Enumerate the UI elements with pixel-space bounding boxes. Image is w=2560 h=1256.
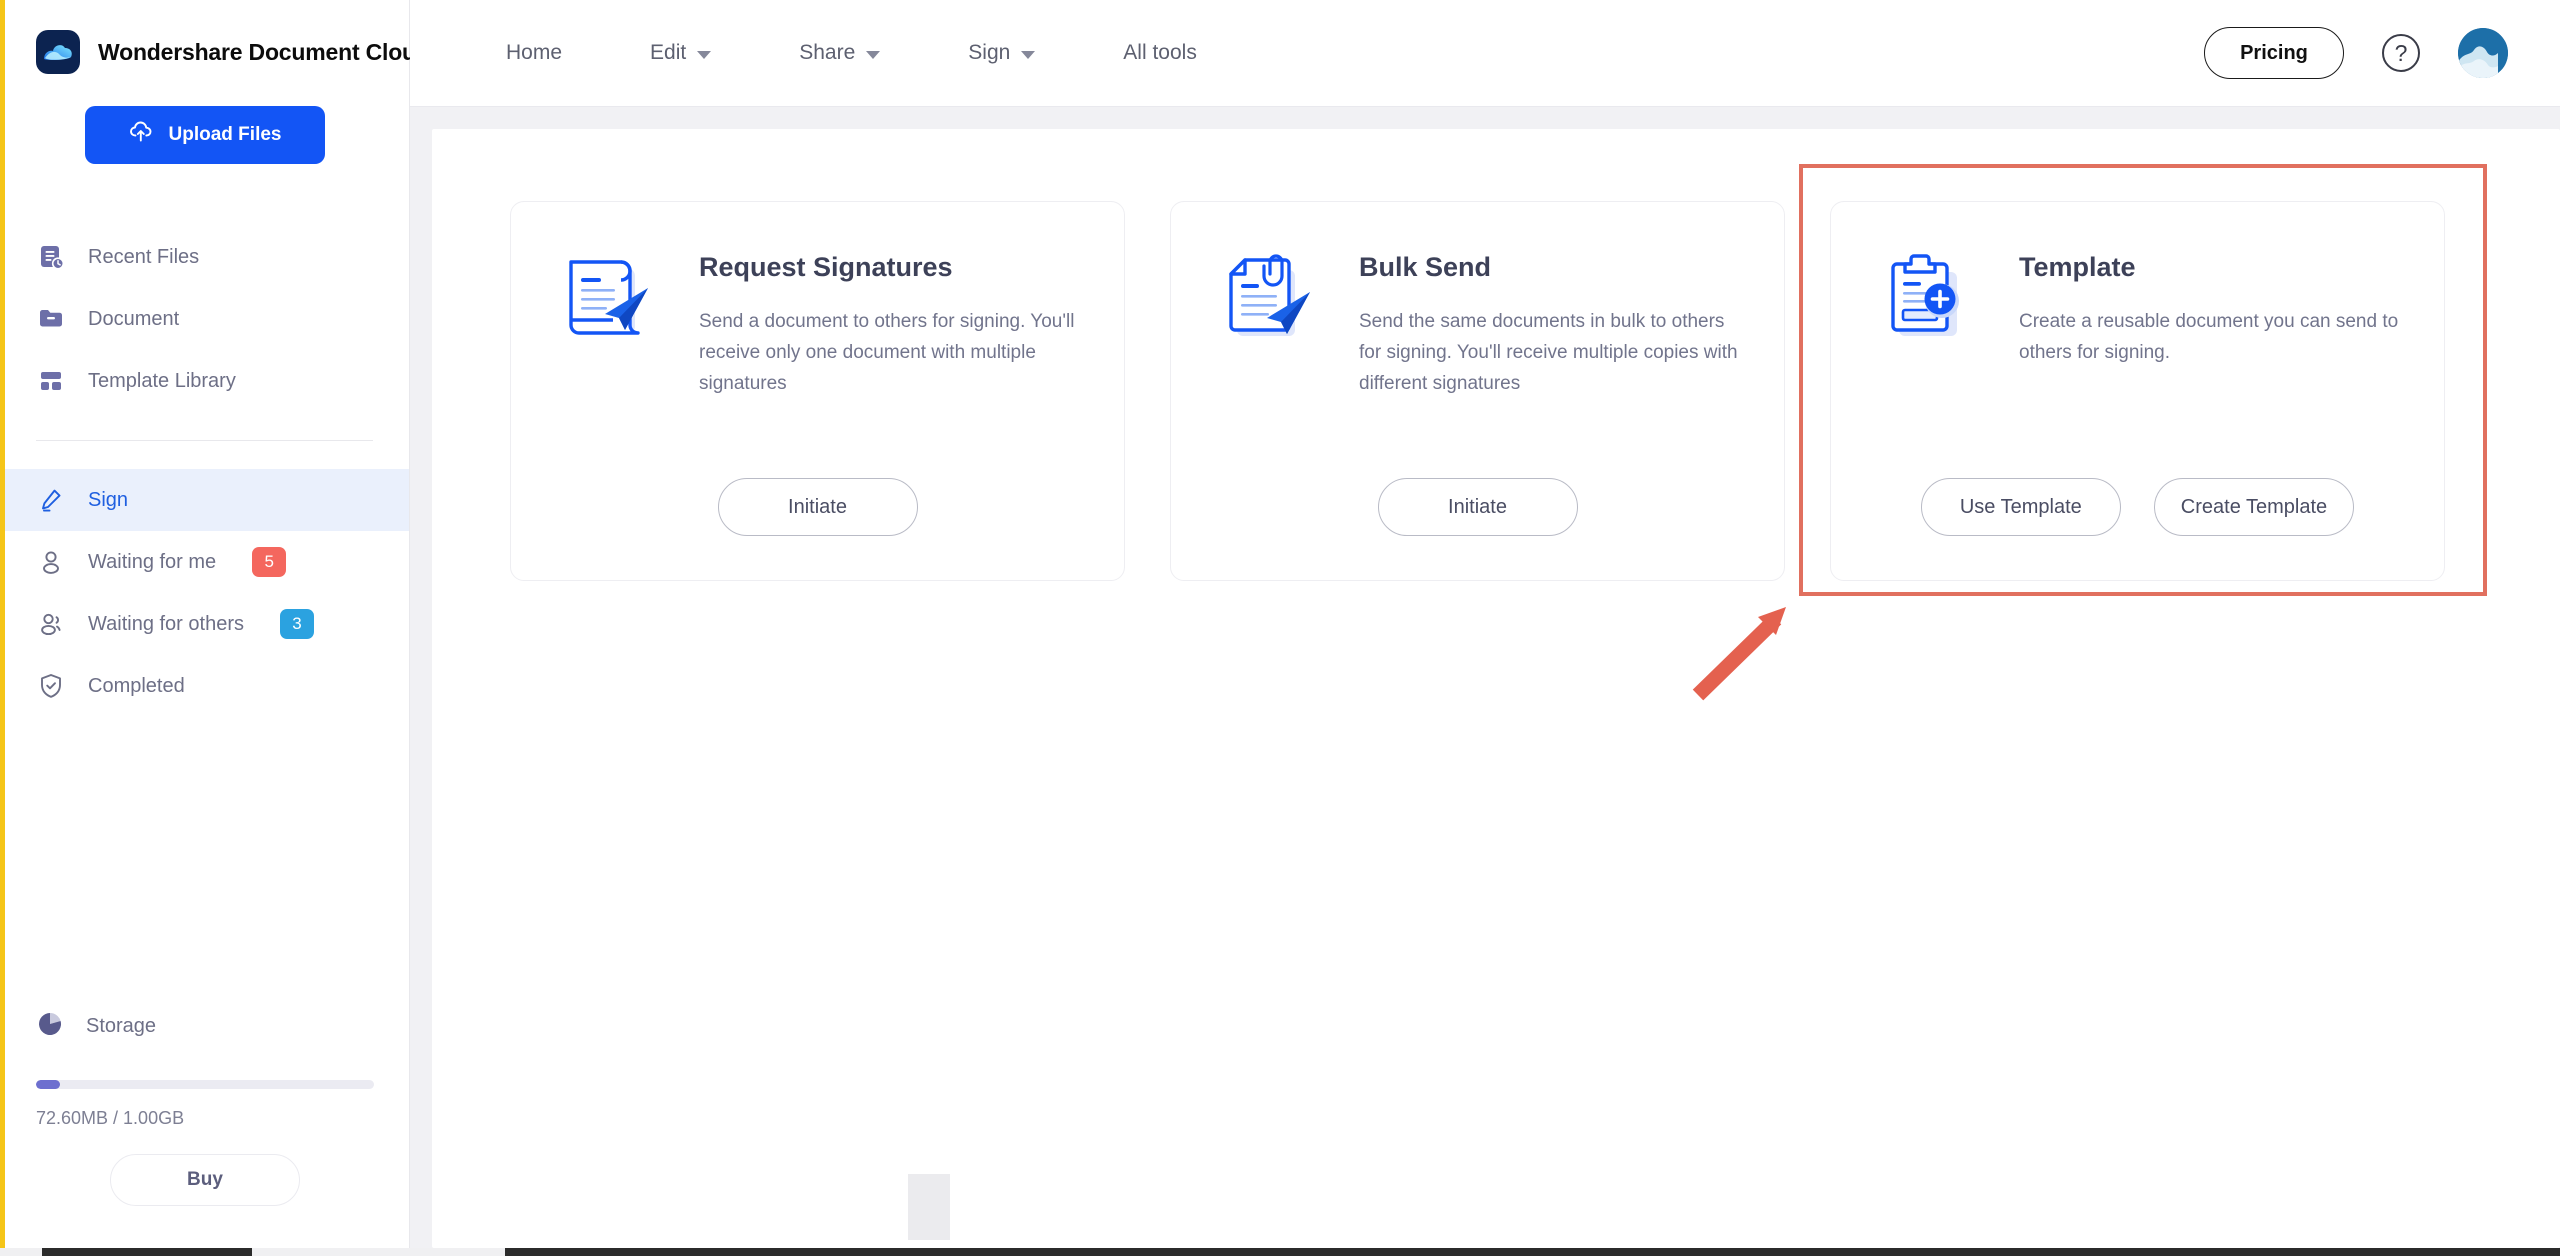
sidebar-divider bbox=[36, 440, 373, 441]
pie-chart-icon bbox=[36, 1010, 64, 1043]
sidebar-item-waiting-for-others[interactable]: Waiting for others 3 bbox=[0, 593, 409, 655]
card-title: Template bbox=[2019, 252, 2136, 282]
card-top: Request Signatures Send a document to ot… bbox=[555, 244, 1080, 399]
card-description: Send a document to others for signing. Y… bbox=[699, 311, 1075, 394]
card-description: Send the same documents in bulk to other… bbox=[1359, 311, 1738, 394]
user-avatar-icon[interactable] bbox=[2458, 28, 2508, 78]
sidebar-item-label: Waiting for me bbox=[88, 550, 217, 573]
status-badge: 5 bbox=[252, 547, 287, 577]
top-navigation: Home Edit Share Sign All tools bbox=[462, 41, 1241, 65]
card-actions: Initiate bbox=[1171, 478, 1784, 536]
panel-scroll-tab[interactable] bbox=[908, 1174, 950, 1240]
sidebar-nav-primary: Recent Files Document Template Library bbox=[0, 226, 409, 441]
app-root: Wondershare Document Cloud Upload Files bbox=[0, 0, 2560, 1256]
create-template-button[interactable]: Create Template bbox=[2153, 478, 2355, 536]
topbar: Home Edit Share Sign All tools Pricing ? bbox=[410, 0, 2560, 107]
card-text: Bulk Send Send the same documents in bul… bbox=[1359, 244, 1740, 399]
clipboard-plus-icon bbox=[1875, 244, 1983, 352]
nav-label: Share bbox=[799, 41, 856, 64]
upload-files-button[interactable]: Upload Files bbox=[85, 106, 325, 164]
folder-icon bbox=[36, 304, 66, 334]
sidebar-nav-sign: Sign Waiting for me 5 Waiting for others… bbox=[0, 469, 409, 717]
chevron-down-icon bbox=[1021, 51, 1036, 59]
recent-files-icon bbox=[36, 242, 66, 272]
main-area: Home Edit Share Sign All tools Pricing ?… bbox=[410, 0, 2560, 1248]
user-icon bbox=[36, 547, 66, 577]
browser-edge-strip bbox=[0, 0, 5, 1248]
sidebar: Wondershare Document Cloud Upload Files bbox=[0, 0, 430, 1248]
template-library-icon bbox=[36, 366, 66, 396]
storage-header: Storage bbox=[0, 1000, 410, 1052]
pencil-icon bbox=[36, 485, 66, 515]
card-title: Request Signatures bbox=[699, 252, 953, 282]
content-panel: Request Signatures Send a document to ot… bbox=[432, 129, 2560, 1248]
card-title: Bulk Send bbox=[1359, 252, 1492, 282]
initiate-button[interactable]: Initiate bbox=[1377, 478, 1578, 536]
card-request-signatures[interactable]: Request Signatures Send a document to ot… bbox=[510, 201, 1125, 581]
sidebar-item-document[interactable]: Document bbox=[0, 288, 409, 350]
nav-edit[interactable]: Edit bbox=[606, 41, 755, 65]
storage-section: Storage 72.60MB / 1.00GB Buy bbox=[0, 1000, 410, 1206]
status-badge: 3 bbox=[280, 609, 314, 639]
storage-progress-fill bbox=[36, 1080, 60, 1089]
content-gutter: Request Signatures Send a document to ot… bbox=[410, 107, 2560, 1248]
nav-label: Home bbox=[506, 41, 563, 64]
sidebar-item-label: Document bbox=[88, 307, 180, 330]
document-clip-send-icon bbox=[1215, 244, 1323, 352]
card-description: Create a reusable document you can send … bbox=[2019, 311, 2399, 363]
scrollbar-thumb[interactable] bbox=[505, 1248, 2560, 1256]
chevron-down-icon bbox=[866, 51, 881, 59]
card-template[interactable]: Template Create a reusable document you … bbox=[1830, 201, 2445, 581]
nav-sign[interactable]: Sign bbox=[924, 41, 1079, 65]
sidebar-item-label: Waiting for others bbox=[88, 612, 244, 635]
sidebar-item-label: Sign bbox=[88, 488, 129, 511]
nav-label: Sign bbox=[968, 41, 1011, 64]
card-top: Bulk Send Send the same documents in bul… bbox=[1215, 244, 1740, 399]
nav-home[interactable]: Home bbox=[462, 41, 606, 65]
storage-usage-text: 72.60MB / 1.00GB bbox=[36, 1108, 185, 1128]
nav-label: All tools bbox=[1123, 41, 1197, 64]
horizontal-scrollbar[interactable] bbox=[0, 1248, 2560, 1256]
sidebar-item-waiting-for-me[interactable]: Waiting for me 5 bbox=[0, 531, 409, 593]
upload-files-label: Upload Files bbox=[168, 124, 282, 145]
card-text: Request Signatures Send a document to ot… bbox=[699, 244, 1080, 399]
sidebar-item-label: Template Library bbox=[88, 369, 236, 392]
users-icon bbox=[36, 609, 66, 639]
nav-label: Edit bbox=[650, 41, 687, 64]
storage-label: Storage bbox=[86, 1014, 157, 1037]
card-bulk-send[interactable]: Bulk Send Send the same documents in bul… bbox=[1170, 201, 1785, 581]
sidebar-item-completed[interactable]: Completed bbox=[0, 655, 409, 717]
chevron-down-icon bbox=[697, 51, 712, 59]
question-mark-icon[interactable]: ? bbox=[2382, 34, 2420, 72]
cloud-upload-icon bbox=[129, 119, 155, 151]
feature-cards: Request Signatures Send a document to ot… bbox=[432, 201, 2560, 581]
brand-name: Wondershare Document Cloud bbox=[98, 38, 430, 65]
cloud-logo-icon bbox=[36, 30, 80, 74]
sidebar-item-label: Recent Files bbox=[88, 245, 200, 268]
card-text: Template Create a reusable document you … bbox=[2019, 244, 2400, 369]
use-template-button[interactable]: Use Template bbox=[1920, 478, 2121, 536]
pricing-button[interactable]: Pricing bbox=[2204, 27, 2344, 79]
scroll-document-send-icon bbox=[555, 244, 663, 352]
buy-storage-button[interactable]: Buy bbox=[110, 1154, 300, 1206]
brand: Wondershare Document Cloud bbox=[0, 0, 430, 74]
card-actions: Initiate bbox=[511, 478, 1124, 536]
scrollbar-thumb-left[interactable] bbox=[42, 1248, 252, 1256]
sidebar-item-template-library[interactable]: Template Library bbox=[0, 350, 409, 412]
card-top: Template Create a reusable document you … bbox=[1875, 244, 2400, 369]
sidebar-item-recent-files[interactable]: Recent Files bbox=[0, 226, 409, 288]
nav-all-tools[interactable]: All tools bbox=[1079, 41, 1241, 65]
card-actions: Use Template Create Template bbox=[1831, 478, 2444, 536]
sidebar-item-label: Completed bbox=[88, 674, 185, 697]
storage-progress-bar bbox=[36, 1080, 374, 1089]
shield-check-icon bbox=[36, 671, 66, 701]
nav-share[interactable]: Share bbox=[755, 41, 924, 65]
initiate-button[interactable]: Initiate bbox=[717, 478, 918, 536]
topbar-right: Pricing ? bbox=[2204, 27, 2560, 79]
sidebar-item-sign[interactable]: Sign bbox=[0, 469, 409, 531]
